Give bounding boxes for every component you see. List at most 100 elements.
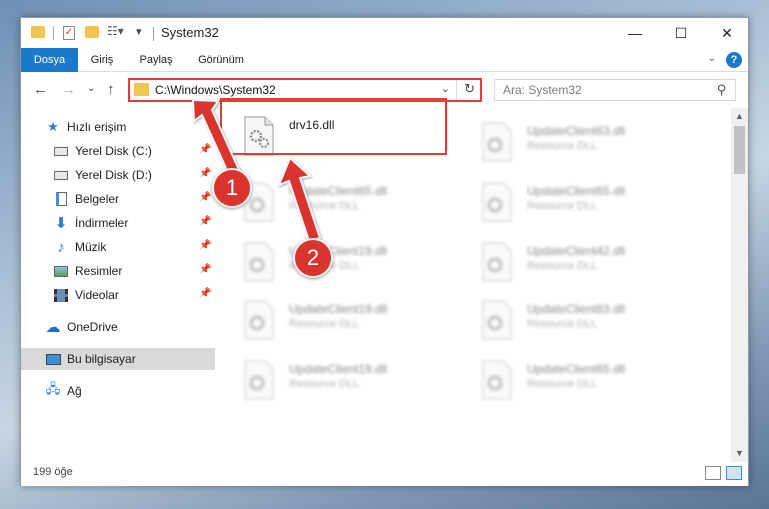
sidebar-item-label: Müzik bbox=[75, 240, 107, 254]
tab-paylas[interactable]: Paylaş bbox=[126, 48, 186, 72]
file-name: UpdateClient65.dll bbox=[527, 184, 626, 198]
sidebar-item-network[interactable]: 🖧 Ağ bbox=[21, 380, 215, 402]
properties-icon[interactable]: ✓ bbox=[63, 26, 75, 40]
sidebar-item-quick-access[interactable]: ★ Hızlı erişim bbox=[21, 116, 215, 138]
window-title: System32 bbox=[161, 25, 219, 40]
sidebar-item-label: Videolar bbox=[75, 288, 119, 302]
file-name: UpdateClient63.dll bbox=[527, 302, 626, 316]
file-name: UpdateClient65.dll bbox=[527, 362, 626, 376]
dll-file-icon bbox=[244, 360, 274, 400]
customize-toolbar-icon[interactable]: ☷▾ bbox=[107, 24, 124, 38]
pin-icon[interactable]: 📌 bbox=[199, 264, 211, 275]
address-path[interactable]: C:\Windows\System32 bbox=[155, 83, 276, 97]
chevron-down-icon[interactable]: ⌄ bbox=[441, 82, 450, 95]
tab-gorunum[interactable]: Görünüm bbox=[186, 48, 256, 72]
pin-icon[interactable]: 📌 bbox=[199, 216, 211, 227]
file-item[interactable]: UpdateClient42.dll Resource DLL bbox=[473, 236, 703, 292]
sidebar-item-label: Hızlı erişim bbox=[67, 120, 127, 134]
file-name: UpdateClient42.dll bbox=[527, 244, 626, 258]
sidebar-item-label: Belgeler bbox=[75, 192, 120, 206]
search-icon[interactable]: ⚲ bbox=[717, 82, 727, 98]
file-type: Resource DLL bbox=[527, 260, 598, 272]
file-type: Resource DLL bbox=[289, 200, 360, 212]
quick-access-dropdown-icon[interactable]: ▾ bbox=[136, 25, 142, 38]
title-bar: ✓ ☷▾ ▾ System32 — ☐ ✕ bbox=[21, 18, 748, 48]
sidebar-item-label: Yerel Disk (C:) bbox=[75, 144, 152, 158]
refresh-icon[interactable]: ↻ bbox=[464, 81, 475, 97]
sidebar-item-videos[interactable]: Videolar 📌 bbox=[21, 284, 215, 306]
navigation-pane: ★ Hızlı erişim Yerel Disk (C:) 📌 Yerel D… bbox=[21, 108, 215, 462]
minimize-button[interactable]: — bbox=[612, 18, 658, 48]
title-separator bbox=[53, 26, 54, 40]
network-icon: 🖧 bbox=[45, 381, 61, 396]
computer-icon bbox=[45, 351, 61, 367]
file-type: Resource DLL bbox=[527, 140, 598, 152]
file-item[interactable]: UpdateClient65.dll Resource DLL bbox=[235, 176, 465, 232]
pin-icon[interactable]: 📌 bbox=[199, 288, 211, 299]
file-name: UpdateClient19.dll bbox=[289, 302, 388, 316]
file-item[interactable]: UpdateClient19.dll Resource DLL bbox=[235, 354, 465, 410]
sidebar-item-disk-d[interactable]: Yerel Disk (D:) 📌 bbox=[21, 164, 215, 186]
maximize-button[interactable]: ☐ bbox=[658, 18, 704, 48]
sidebar-item-label: Yerel Disk (D:) bbox=[75, 168, 152, 182]
ribbon-tabs: Dosya Giriş Paylaş Görünüm ⌄ ? bbox=[21, 48, 748, 72]
sidebar-item-downloads[interactable]: ⬇ İndirmeler 📌 bbox=[21, 212, 215, 234]
scroll-down-arrow-icon[interactable]: ▼ bbox=[731, 445, 748, 462]
file-name: UpdateClient19.dll bbox=[289, 362, 388, 376]
help-icon[interactable]: ? bbox=[726, 52, 742, 68]
file-name: UpdateClient63.dll bbox=[527, 124, 626, 138]
new-folder-icon[interactable] bbox=[85, 26, 99, 38]
scroll-up-arrow-icon[interactable]: ▲ bbox=[731, 108, 748, 125]
scroll-thumb[interactable] bbox=[734, 126, 745, 174]
file-item[interactable]: UpdateClient19.dll Resource DLL bbox=[235, 236, 465, 292]
drive-icon bbox=[53, 167, 69, 183]
vertical-scrollbar[interactable]: ▲ ▼ bbox=[731, 108, 748, 462]
dll-file-icon bbox=[482, 242, 512, 282]
file-item[interactable]: UpdateClient65.dll Resource DLL bbox=[473, 176, 703, 232]
pin-icon[interactable]: 📌 bbox=[199, 240, 211, 251]
videos-icon bbox=[53, 287, 69, 303]
folder-icon bbox=[31, 26, 45, 38]
step-badge-1: 1 bbox=[212, 168, 252, 208]
file-item[interactable]: UpdateClient65.dll Resource DLL bbox=[473, 354, 703, 410]
dll-file-icon bbox=[482, 122, 512, 162]
documents-icon bbox=[53, 191, 69, 207]
explorer-window: ✓ ☷▾ ▾ System32 — ☐ ✕ Dosya Giriş Paylaş… bbox=[20, 17, 749, 486]
pin-icon[interactable]: 📌 bbox=[199, 192, 211, 203]
search-input[interactable]: Ara: System32 ⚲ bbox=[494, 79, 736, 101]
up-arrow-icon[interactable]: ↑ bbox=[107, 81, 115, 98]
close-button[interactable]: ✕ bbox=[704, 18, 750, 48]
sidebar-item-label: OneDrive bbox=[67, 320, 118, 334]
step-badge-2: 2 bbox=[293, 238, 333, 278]
sidebar-item-label: Ağ bbox=[67, 384, 82, 398]
file-highlight-box bbox=[220, 98, 447, 155]
back-arrow-icon[interactable]: ← bbox=[33, 81, 48, 98]
sidebar-item-documents[interactable]: Belgeler 📌 bbox=[21, 188, 215, 210]
details-view-icon[interactable] bbox=[705, 466, 721, 480]
sidebar-item-onedrive[interactable]: ☁ OneDrive bbox=[21, 316, 215, 338]
downloads-icon: ⬇ bbox=[54, 215, 68, 232]
sidebar-item-disk-c[interactable]: Yerel Disk (C:) 📌 bbox=[21, 140, 215, 162]
forward-arrow-icon[interactable]: → bbox=[61, 81, 76, 98]
sidebar-item-this-pc[interactable]: Bu bilgisayar bbox=[21, 348, 215, 370]
sidebar-item-pictures[interactable]: Resimler 📌 bbox=[21, 260, 215, 282]
dll-file-icon bbox=[482, 360, 512, 400]
file-list: drv16.dll UpdateClient63.dll Resource DL… bbox=[235, 108, 731, 462]
music-icon: ♪ bbox=[57, 238, 65, 256]
search-placeholder: Ara: System32 bbox=[503, 83, 582, 97]
file-item[interactable]: UpdateClient63.dll Resource DLL bbox=[473, 294, 703, 350]
file-item[interactable]: UpdateClient63.dll Resource DLL bbox=[473, 116, 703, 172]
sidebar-item-music[interactable]: ♪ Müzik 📌 bbox=[21, 236, 215, 258]
file-type: Resource DLL bbox=[527, 378, 598, 390]
tab-dosya[interactable]: Dosya bbox=[21, 48, 78, 72]
chevron-down-icon[interactable]: ⌄ bbox=[708, 53, 716, 64]
file-type: Resource DLL bbox=[527, 200, 598, 212]
sidebar-item-label: Resimler bbox=[75, 264, 123, 278]
pin-icon[interactable]: 📌 bbox=[199, 168, 211, 179]
pin-icon[interactable]: 📌 bbox=[199, 144, 211, 155]
recent-locations-chevron-icon[interactable]: ⌄ bbox=[87, 83, 95, 94]
star-icon: ★ bbox=[47, 119, 59, 134]
large-icons-view-icon[interactable] bbox=[726, 466, 742, 480]
file-item[interactable]: UpdateClient19.dll Resource DLL bbox=[235, 294, 465, 350]
tab-giris[interactable]: Giriş bbox=[78, 48, 126, 72]
